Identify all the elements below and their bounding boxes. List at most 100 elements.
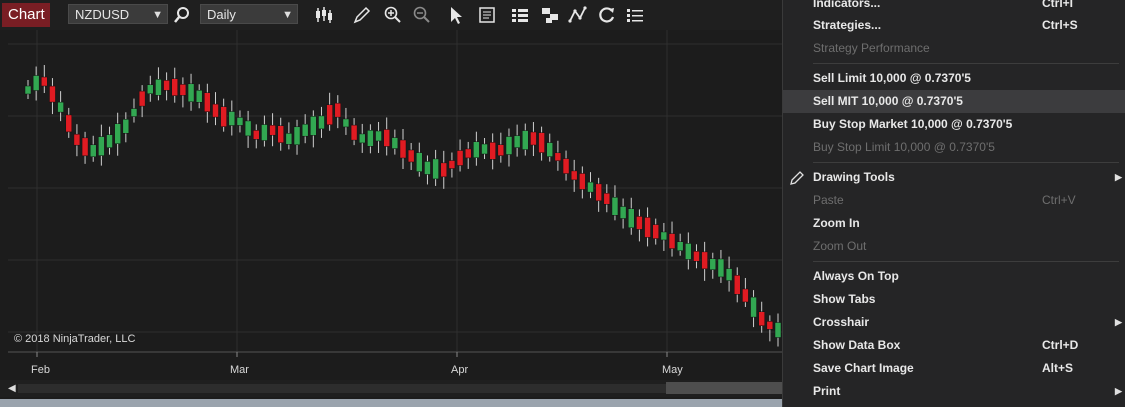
menu-item-show-data-box[interactable]: Show Data Box Ctrl+D [783, 334, 1125, 357]
candle-body [81, 137, 89, 157]
menu-item-crosshair[interactable]: Crosshair ▶ [783, 311, 1125, 334]
zoom-in-icon[interactable] [383, 5, 403, 25]
candle-body [375, 130, 382, 142]
candle-body [334, 102, 342, 118]
menu-item-sell-mit[interactable]: Sell MIT 10,000 @ 0.7370'5 [783, 90, 1125, 113]
ninjatrader-chart-window: Chart NZDUSD ▼ Daily ▼ © 2018 NinjaTrade… [0, 0, 1125, 407]
candle-body [464, 148, 472, 159]
scroll-left-arrow-icon[interactable]: ◀ [8, 383, 18, 394]
menu-item-sell-limit[interactable]: Sell Limit 10,000 @ 0.7370'5 [783, 67, 1125, 90]
menu-item-strategies[interactable]: Strategies... Ctrl+S [783, 14, 1125, 37]
menu-item-paste[interactable]: Paste Ctrl+V [783, 189, 1125, 212]
list-icon[interactable] [625, 5, 645, 25]
strategies-icon[interactable] [568, 5, 588, 25]
zoom-out-icon[interactable] [412, 5, 432, 25]
menu-separator [813, 261, 1119, 262]
draw-pencil-icon[interactable] [352, 5, 372, 25]
menu-item-buy-stop-limit[interactable]: Buy Stop Limit 10,000 @ 0.7370'5 [783, 136, 1125, 159]
x-axis-label: Mar [230, 364, 249, 376]
period-selector[interactable]: Daily ▼ [200, 4, 298, 24]
candle-body [285, 133, 293, 145]
chart-trader-icon[interactable] [510, 5, 530, 25]
menu-item-print[interactable]: Print ▶ [783, 380, 1125, 403]
bar-type-icon[interactable] [314, 5, 334, 25]
candle-body [204, 92, 211, 112]
price-chart[interactable]: © 2018 NinjaTrader, LLC Feb Mar Apr May … [0, 30, 782, 407]
candle-body [179, 84, 187, 96]
pointer-icon[interactable] [446, 5, 466, 25]
candle-body [114, 123, 121, 144]
menu-item-drawing-tools[interactable]: Drawing Tools ▶ [783, 166, 1125, 189]
candle-body [489, 142, 496, 160]
candle-body [685, 243, 692, 260]
chevron-down-icon: ▼ [282, 9, 293, 21]
scroll-thumb[interactable] [666, 382, 782, 394]
context-menu: Indicators... Ctrl+I Strategies... Ctrl+S … [782, 0, 1125, 407]
x-axis-label: Feb [31, 364, 50, 376]
menu-item-strategy-performance[interactable]: Strategy Performance [783, 37, 1125, 60]
submenu-arrow-icon: ▶ [1115, 317, 1122, 327]
candle-body [733, 275, 741, 295]
candle-body [261, 124, 268, 141]
candle-body [138, 90, 146, 107]
candle-body [513, 135, 521, 148]
candle-body [399, 139, 407, 159]
candle-body [195, 90, 203, 103]
menu-item-zoom-in[interactable]: Zoom In [783, 212, 1125, 235]
candle-body [538, 132, 545, 153]
candle-body [522, 130, 529, 150]
candle-body [89, 144, 97, 158]
menu-item-buy-stop-market[interactable]: Buy Stop Market 10,000 @ 0.7370'5 [783, 113, 1125, 136]
candle-body [358, 133, 366, 144]
candle-body [147, 84, 154, 95]
instrument-selector[interactable]: NZDUSD ▼ [68, 4, 168, 24]
candlestick-plot[interactable] [0, 30, 782, 360]
menu-item-save-chart-image[interactable]: Save Chart Image Alt+S [783, 357, 1125, 380]
horizontal-scrollbar[interactable]: ◀ [0, 380, 782, 397]
candle-body [766, 321, 774, 330]
chart-tab[interactable]: Chart [2, 3, 50, 27]
candle-body [570, 170, 578, 181]
candle-body [310, 116, 317, 136]
candle-body [717, 258, 725, 278]
candle-body [701, 251, 708, 270]
properties-icon[interactable] [540, 5, 560, 25]
candle-body [497, 144, 505, 156]
candle-body [644, 217, 651, 238]
menu-separator [813, 63, 1119, 64]
candle-body [155, 79, 162, 96]
candle-body [603, 192, 611, 205]
menu-item-indicators[interactable]: Indicators... Ctrl+I [783, 0, 1125, 15]
candle-body [49, 85, 56, 103]
candle-body [318, 115, 325, 130]
candle-body [73, 133, 81, 146]
menu-item-always-on-top[interactable]: Always On Top [783, 265, 1125, 288]
period-value: Daily [207, 7, 236, 22]
candle-body [579, 173, 586, 190]
status-strip [0, 399, 782, 407]
candle-body [350, 124, 358, 141]
menu-item-zoom-out[interactable]: Zoom Out [783, 235, 1125, 258]
candle-body [367, 130, 374, 147]
candle-body [709, 258, 717, 270]
data-box-icon[interactable] [477, 5, 497, 25]
copyright-notice: © 2018 NinjaTrader, LLC [14, 333, 136, 345]
candle-body [530, 131, 537, 146]
candle-body [293, 126, 301, 146]
candle-body [65, 114, 73, 133]
candle-body [750, 296, 757, 318]
submenu-arrow-icon: ▶ [1115, 386, 1122, 396]
chevron-down-icon: ▼ [152, 9, 163, 21]
candle-body [220, 106, 227, 127]
menu-item-show-tabs[interactable]: Show Tabs [783, 288, 1125, 311]
candle-body [163, 80, 170, 91]
candle-body [611, 197, 619, 216]
candle-body [383, 129, 390, 147]
candle-body [652, 224, 659, 239]
candle-body [440, 162, 448, 178]
candle-body [24, 85, 32, 95]
search-icon[interactable] [173, 5, 193, 25]
reload-icon[interactable] [597, 5, 617, 25]
candle-body [171, 78, 178, 96]
candle-body [212, 103, 219, 118]
